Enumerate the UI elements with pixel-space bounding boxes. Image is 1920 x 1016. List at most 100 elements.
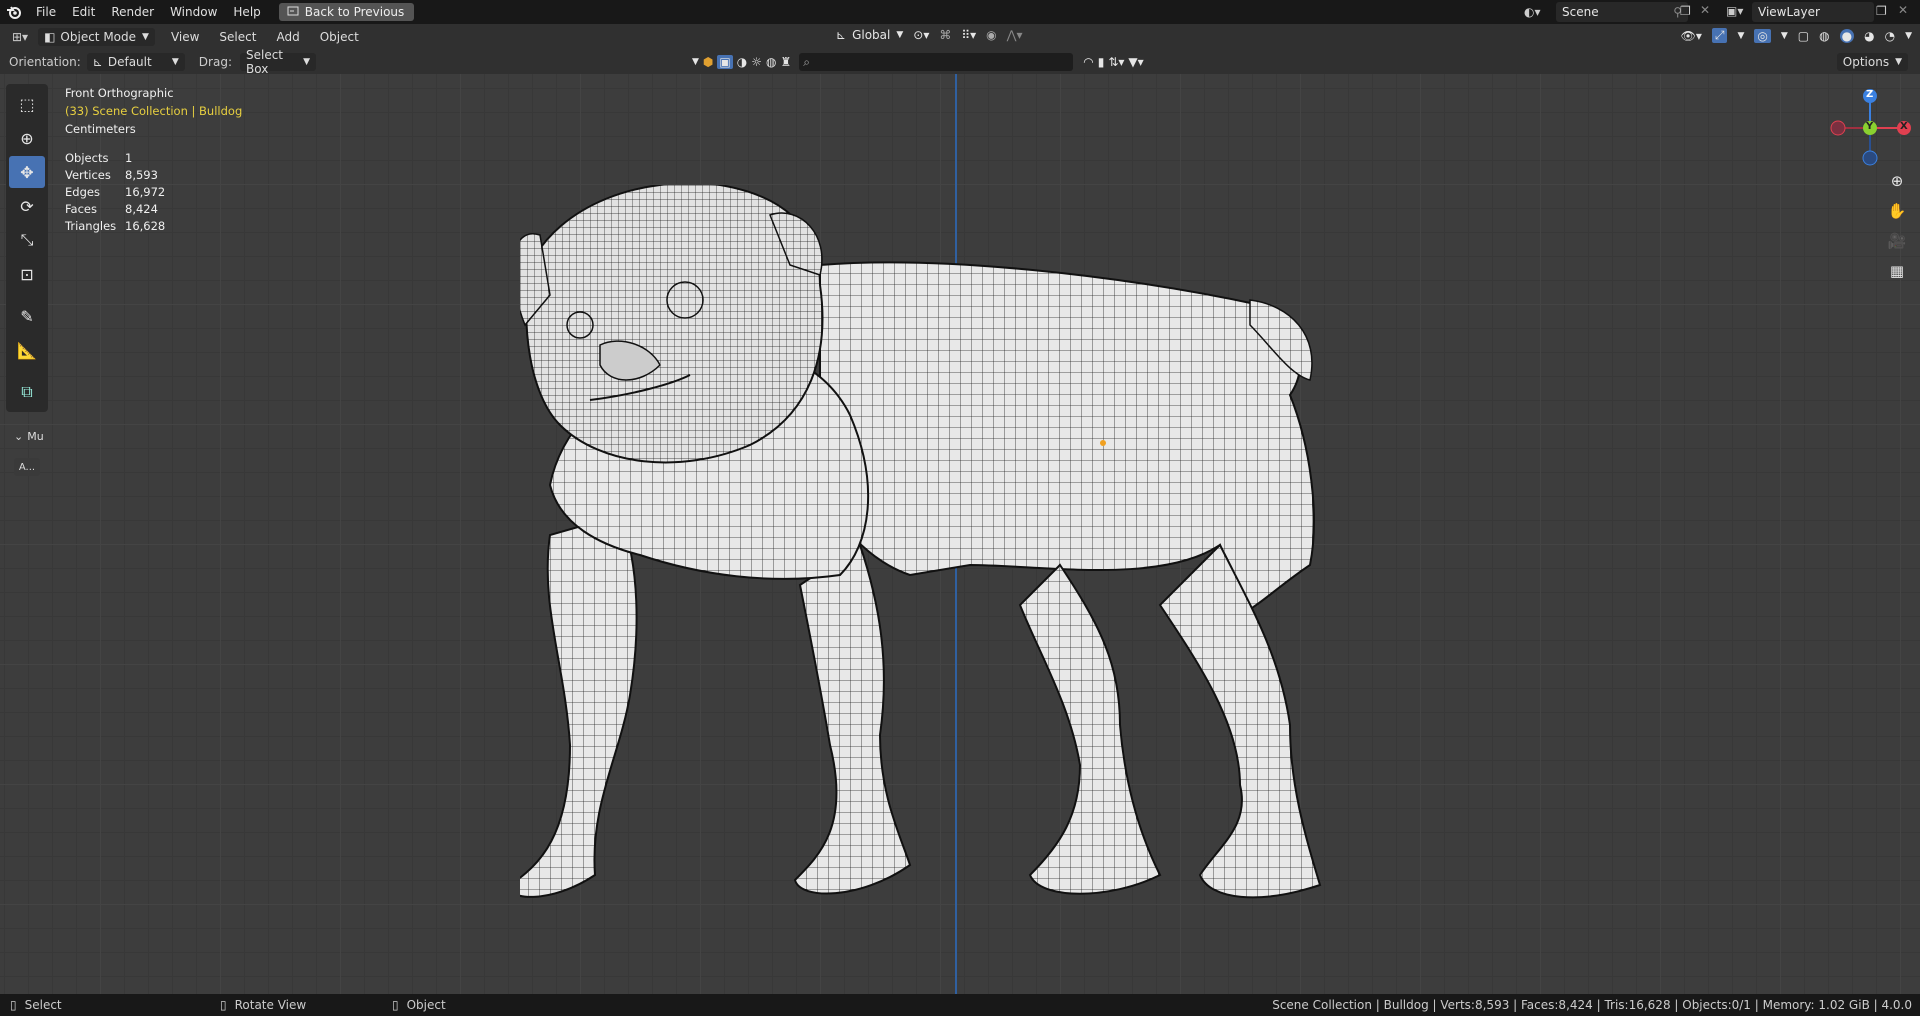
viewport-search-input[interactable]: ⌕ bbox=[799, 53, 1074, 71]
menu-view[interactable]: View bbox=[161, 30, 209, 44]
transform-orientation-label: Global bbox=[852, 28, 891, 42]
gizmo-y-label: Y bbox=[1866, 121, 1874, 132]
sort-icon[interactable]: ⇅▾ bbox=[1108, 55, 1124, 69]
navigation-gizmo[interactable]: Z X Y bbox=[1820, 84, 1920, 174]
stat-label: Objects bbox=[65, 150, 109, 165]
overlays-toggle-icon[interactable]: ◎ bbox=[1754, 28, 1771, 43]
chevron-down-icon[interactable]: ▼ bbox=[1905, 31, 1912, 41]
view-name: Front Orthographic bbox=[65, 86, 174, 100]
mouse-left-icon: ▯ bbox=[10, 998, 17, 1012]
new-scene-icon[interactable]: ❐ bbox=[1680, 4, 1691, 18]
filter-toggle-icon[interactable]: ◠ bbox=[1083, 55, 1093, 69]
visibility-icon[interactable]: 👁▾ bbox=[1681, 29, 1702, 43]
bulldog-mesh[interactable] bbox=[508, 182, 1370, 905]
select-filter-mesh-icon[interactable]: ▣ bbox=[717, 55, 733, 69]
options-dropdown[interactable]: Options ▼ bbox=[1836, 53, 1908, 71]
collection-icon[interactable]: ⬢ bbox=[703, 55, 713, 69]
search-icon: ⌕ bbox=[803, 54, 810, 69]
blender-logo-icon[interactable] bbox=[0, 0, 28, 24]
stat-label: Edges bbox=[65, 184, 100, 199]
delete-view-layer-icon[interactable]: ✕ bbox=[1898, 3, 1908, 17]
menu-object[interactable]: Object bbox=[310, 30, 369, 44]
stat-label: Vertices bbox=[65, 167, 111, 182]
transform-orientation-dropdown[interactable]: ⊾ Global ▼ bbox=[836, 28, 903, 42]
status-rotate-hint: ▯ Rotate View bbox=[220, 998, 420, 1012]
stat-value: 8,593 bbox=[125, 167, 158, 182]
stat-value: 1 bbox=[125, 150, 133, 165]
stat-value: 8,424 bbox=[125, 201, 158, 216]
mouse-right-icon: ▯ bbox=[392, 998, 399, 1012]
orientation-dropdown-icon: ⊾ bbox=[92, 55, 103, 69]
shading-wireframe-icon[interactable]: ◍ bbox=[1819, 29, 1829, 43]
status-rotate-label: Rotate View bbox=[234, 998, 307, 1012]
transform-tool[interactable]: ⊡ bbox=[9, 258, 45, 290]
tool-settings-bar: Orientation: ⊾ Default ▼ Drag: Select Bo… bbox=[0, 48, 1920, 76]
filter-icon[interactable]: ▼▾ bbox=[1128, 55, 1143, 69]
panel-button[interactable]: A... bbox=[14, 458, 40, 476]
chevron-down-icon[interactable]: ▼ bbox=[1781, 31, 1788, 41]
drag-label: Drag: bbox=[198, 55, 232, 69]
select-box-tool[interactable]: ⬚ bbox=[9, 88, 45, 120]
shading-rendered-icon[interactable]: ◔ bbox=[1885, 29, 1895, 43]
chevron-down-icon[interactable]: ▼ bbox=[692, 57, 699, 67]
scene-info-text: Scene Collection | Bulldog | Verts:8,593… bbox=[1272, 998, 1912, 1012]
falloff-icon[interactable]: ⋀▾ bbox=[1007, 28, 1023, 42]
camera-view-button[interactable]: 🎥 bbox=[1884, 228, 1910, 254]
snap-target-icon[interactable]: ⠿▾ bbox=[961, 28, 976, 42]
select-filter-light-icon[interactable]: ☼ bbox=[751, 55, 762, 69]
view-layer-icon[interactable]: ▣▾ bbox=[1726, 4, 1743, 18]
menu-edit[interactable]: Edit bbox=[64, 0, 103, 24]
menu-file[interactable]: File bbox=[28, 0, 64, 24]
orientation-dropdown[interactable]: ⊾ Default ▼ bbox=[86, 53, 185, 71]
scale-tool[interactable]: ⤡ bbox=[9, 224, 45, 256]
cursor-tool[interactable]: ⊕ bbox=[9, 122, 45, 154]
pivot-point-icon[interactable]: ⊙▾ bbox=[913, 28, 929, 42]
chevron-down-icon: ▼ bbox=[171, 57, 179, 67]
rotate-tool[interactable]: ⟳ bbox=[9, 190, 45, 222]
camera-icon: 🎥 bbox=[1887, 232, 1907, 250]
measure-icon: 📐 bbox=[17, 340, 37, 360]
bookmark-icon[interactable]: ▮ bbox=[1098, 55, 1105, 69]
shading-material-icon[interactable]: ◕ bbox=[1864, 29, 1874, 43]
ortho-toggle-button[interactable]: ▦ bbox=[1884, 258, 1910, 284]
add-cube-tool[interactable]: ⧉ bbox=[9, 376, 45, 408]
zoom-button[interactable]: ⊕ bbox=[1884, 168, 1910, 194]
menu-add[interactable]: Add bbox=[266, 30, 309, 44]
menu-help[interactable]: Help bbox=[225, 0, 268, 24]
chevron-down-icon: ▼ bbox=[142, 32, 149, 42]
gizmo-toggle-icon[interactable]: ⤢ bbox=[1711, 28, 1728, 43]
annotate-tool[interactable]: ✎ bbox=[9, 300, 45, 332]
new-view-layer-icon[interactable]: ❐ bbox=[1876, 4, 1887, 18]
menu-render[interactable]: Render bbox=[103, 0, 162, 24]
menu-window[interactable]: Window bbox=[162, 0, 225, 24]
scene-name-field[interactable]: Scene ⚲ bbox=[1556, 2, 1688, 22]
measure-tool[interactable]: 📐 bbox=[9, 334, 45, 366]
mode-selector[interactable]: ◧ Object Mode ▼ bbox=[38, 28, 155, 46]
back-to-previous-button[interactable]: Back to Previous bbox=[278, 3, 415, 21]
pan-button[interactable]: ✋ bbox=[1884, 198, 1910, 224]
scene-selector[interactable]: ◐▾ bbox=[1524, 2, 1541, 22]
drag-value: Select Box bbox=[245, 48, 284, 76]
proportional-editing-icon[interactable]: ◉ bbox=[986, 28, 996, 42]
delete-scene-icon[interactable]: ✕ bbox=[1700, 3, 1710, 17]
menu-select[interactable]: Select bbox=[209, 30, 266, 44]
chevron-down-icon[interactable]: ▼ bbox=[1737, 31, 1744, 41]
stat-label: Faces bbox=[65, 201, 97, 216]
editor-type-icon[interactable]: ⊞▾ bbox=[12, 30, 28, 44]
stat-row: Vertices 8,593 bbox=[65, 166, 165, 183]
shading-solid-icon[interactable]: ● bbox=[1839, 28, 1855, 43]
xray-toggle-icon[interactable]: ▢ bbox=[1798, 29, 1809, 43]
snap-icon[interactable]: ⌘ bbox=[939, 28, 951, 42]
add-cube-icon: ⧉ bbox=[21, 382, 33, 401]
select-filter-world-icon[interactable]: ◍ bbox=[766, 55, 776, 69]
panel-collapse[interactable]: ⌄ Mu bbox=[14, 430, 44, 443]
select-filter-bone-icon[interactable]: ♜ bbox=[780, 55, 791, 69]
drag-dropdown[interactable]: Select Box ▼ bbox=[239, 48, 316, 76]
object-mode-icon: ◧ bbox=[44, 30, 56, 44]
zoom-icon: ⊕ bbox=[1890, 172, 1904, 190]
view-layer-field[interactable]: ViewLayer bbox=[1752, 2, 1874, 22]
move-tool[interactable]: ✥ bbox=[9, 156, 45, 188]
mode-label: Object Mode bbox=[60, 30, 137, 44]
select-filter-material-icon[interactable]: ◑ bbox=[737, 55, 747, 69]
gizmo-z-label: Z bbox=[1866, 89, 1874, 100]
